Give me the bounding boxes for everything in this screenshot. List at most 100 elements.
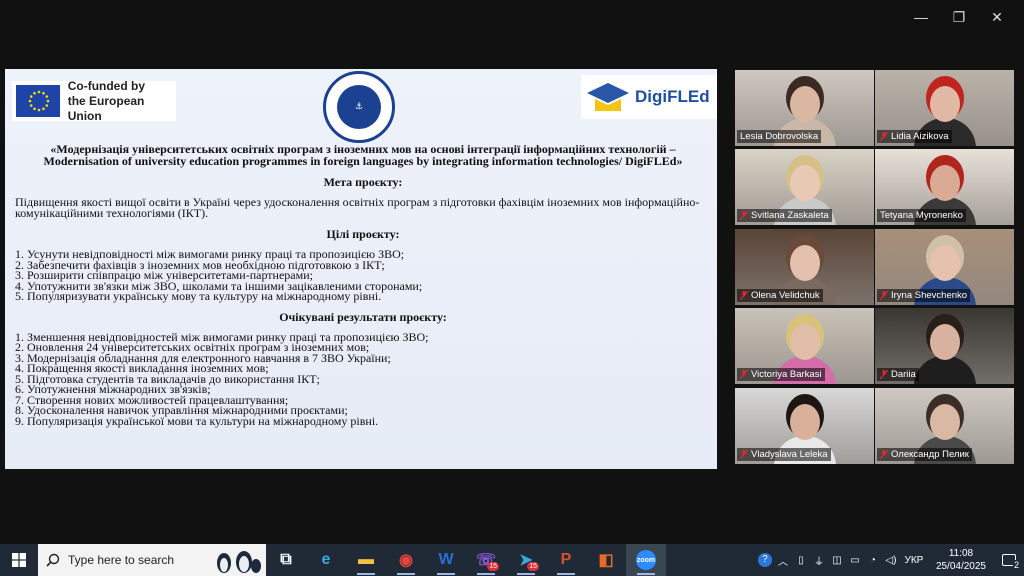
- edge-icon: e: [321, 551, 331, 568]
- taskbar-app-file-explorer[interactable]: ▬: [346, 544, 386, 576]
- close-button[interactable]: ✕: [978, 6, 1016, 28]
- result-item: 9. Популяризація української мови та кул…: [15, 413, 379, 428]
- muted-mic-icon: [879, 449, 889, 460]
- phone-icon[interactable]: ▯: [792, 544, 810, 576]
- system-tray: ? ︿ ▯ ⏚ ◫ ▭ ◔ ◁) УКР 11:08 25/04/2025 2: [756, 544, 1024, 576]
- participant-tile[interactable]: Vladyslava Leleka: [735, 388, 874, 464]
- taskbar-app-viber[interactable]: ☏ 15: [466, 544, 506, 576]
- clock-date: 25/04/2025: [935, 561, 986, 572]
- results-heading: Очікувані результати проєкту:: [279, 309, 447, 324]
- help-icon[interactable]: ?: [756, 544, 774, 576]
- graduation-cap-icon: [587, 83, 629, 111]
- participant-name: Iryna Shevchenko: [891, 290, 968, 301]
- eu-cofunded-logo: Co-funded by the European Union: [12, 78, 176, 123]
- search-box[interactable]: Type here to search: [38, 544, 266, 576]
- participant-tile[interactable]: Olena Velidchuk: [735, 229, 874, 305]
- muted-mic-icon: [879, 369, 889, 380]
- participant-name-label: Lidia Aizikova: [877, 130, 952, 143]
- word-icon: W: [438, 551, 454, 568]
- taskbar-app-task-view[interactable]: ⧉: [266, 544, 306, 576]
- start-button[interactable]: [0, 544, 38, 576]
- participant-name-label: Olena Velidchuk: [737, 289, 823, 302]
- eu-logo-line-1: Co-funded by: [67, 78, 146, 93]
- usb-icon[interactable]: ⏚: [810, 544, 828, 576]
- file-explorer-icon: ▬: [358, 551, 374, 568]
- participant-name-label: Vladyslava Leleka: [737, 448, 831, 461]
- notifications-count: 2: [1012, 560, 1020, 570]
- university-seal-logo: ⚓: [323, 71, 395, 143]
- participant-name-label: Victoriya Barkasi: [737, 368, 825, 381]
- search-placeholder: Type here to search: [68, 553, 175, 567]
- taskbar-app-office[interactable]: ◧: [586, 544, 626, 576]
- goal-heading: Мета проєкту:: [323, 175, 403, 189]
- taskbar-app-chrome[interactable]: ◉: [386, 544, 426, 576]
- participant-name-label: Dariia: [877, 368, 919, 381]
- zoom-icon: zoom: [636, 550, 656, 570]
- eu-flag-icon: [16, 85, 60, 117]
- participant-tile[interactable]: Tetyana Myronenko: [875, 149, 1014, 225]
- chevron-up-icon[interactable]: ︿: [774, 544, 792, 576]
- participant-name-label: Tetyana Myronenko: [877, 209, 966, 222]
- participant-name-label: Iryna Shevchenko: [877, 289, 971, 302]
- taskbar-app-zoom[interactable]: zoom: [626, 544, 666, 576]
- taskbar-app-powerpoint[interactable]: P: [546, 544, 586, 576]
- minimize-button[interactable]: —: [902, 6, 940, 28]
- taskbar-app-edge[interactable]: e: [306, 544, 346, 576]
- camera-icon[interactable]: ◫: [828, 544, 846, 576]
- participant-name: Olena Velidchuk: [751, 290, 820, 301]
- participant-name-label: Олександр Пелик: [877, 448, 972, 461]
- participant-tile[interactable]: Iryna Shevchenko: [875, 229, 1014, 305]
- taskbar-app-word[interactable]: W: [426, 544, 466, 576]
- battery-icon[interactable]: ▭: [846, 544, 864, 576]
- wifi-icon[interactable]: ◔: [864, 544, 882, 576]
- participant-tile[interactable]: Lidia Aizikova: [875, 70, 1014, 146]
- participant-name: Svitlana Zaskaleta: [751, 210, 829, 221]
- muted-mic-icon: [739, 210, 749, 221]
- search-icon: [46, 553, 60, 567]
- muted-mic-icon: [739, 290, 749, 301]
- results-list: 1. Зменшення невідповідностей між вимога…: [15, 331, 711, 428]
- chrome-icon: ◉: [399, 552, 413, 569]
- participant-tile[interactable]: Victoriya Barkasi: [735, 308, 874, 384]
- pinned-apps: ⧉ e ▬ ◉ W ☏ 15 ➤ 15 P ◧ zoom: [266, 544, 666, 576]
- notifications-button[interactable]: 2: [994, 544, 1024, 576]
- participant-name: Dariia: [891, 369, 916, 380]
- taskbar: Type here to search ⧉ e ▬ ◉ W ☏ 15 ➤ 15 P ◧ zoom ? …: [0, 544, 1024, 576]
- window-controls: — ❐ ✕: [902, 6, 1016, 28]
- slide-title: «Модернізація університетських освітніх …: [43, 142, 683, 168]
- objectives-list: 1. Усунути невідповідності між вимогами …: [15, 248, 711, 303]
- screen: — ❐ ✕ Co-funded by the European Union ⚓: [0, 0, 1024, 576]
- participant-name: Vladyslava Leleka: [751, 449, 828, 460]
- taskbar-app-telegram[interactable]: ➤ 15: [506, 544, 546, 576]
- muted-mic-icon: [739, 369, 749, 380]
- language-indicator[interactable]: УКР: [900, 544, 928, 576]
- digifled-logo-text: DigiFLEd: [635, 87, 710, 106]
- digifled-logo: DigiFLEd: [581, 75, 717, 119]
- participant-name-label: Lesia Dobrovolska: [737, 130, 822, 143]
- participant-tile[interactable]: Олександр Пелик: [875, 388, 1014, 464]
- anchor-icon: ⚓: [337, 85, 381, 129]
- participant-name: Олександр Пелик: [891, 449, 969, 460]
- clock[interactable]: 11:08 25/04/2025: [936, 547, 986, 573]
- clock-time: 11:08: [948, 548, 974, 559]
- volume-icon[interactable]: ◁): [882, 544, 900, 576]
- maximize-button[interactable]: ❐: [940, 6, 978, 28]
- muted-mic-icon: [879, 131, 889, 142]
- viber-badge: 15: [487, 562, 499, 571]
- muted-mic-icon: [739, 449, 749, 460]
- powerpoint-icon: P: [560, 551, 572, 568]
- participant-video: [910, 318, 980, 384]
- objective-item: 5. Популяризувати українську мову та кул…: [15, 289, 382, 303]
- goal-text: Підвищення якості вищої освіти в Україні…: [15, 195, 700, 220]
- participant-name: Lesia Dobrovolska: [740, 131, 819, 142]
- participant-tile[interactable]: Dariia: [875, 308, 1014, 384]
- participant-name: Lidia Aizikova: [891, 131, 949, 142]
- participant-name-label: Svitlana Zaskaleta: [737, 209, 832, 222]
- participant-tile[interactable]: Lesia Dobrovolska: [735, 70, 874, 146]
- participant-tile[interactable]: Svitlana Zaskaleta: [735, 149, 874, 225]
- objectives-heading: Цілі проєкту:: [326, 227, 400, 241]
- participant-name: Victoriya Barkasi: [751, 369, 822, 380]
- shared-screen-slide: Co-funded by the European Union ⚓ DigiFL…: [5, 69, 717, 469]
- task-view-icon: ⧉: [280, 551, 292, 568]
- participant-name: Tetyana Myronenko: [880, 210, 963, 221]
